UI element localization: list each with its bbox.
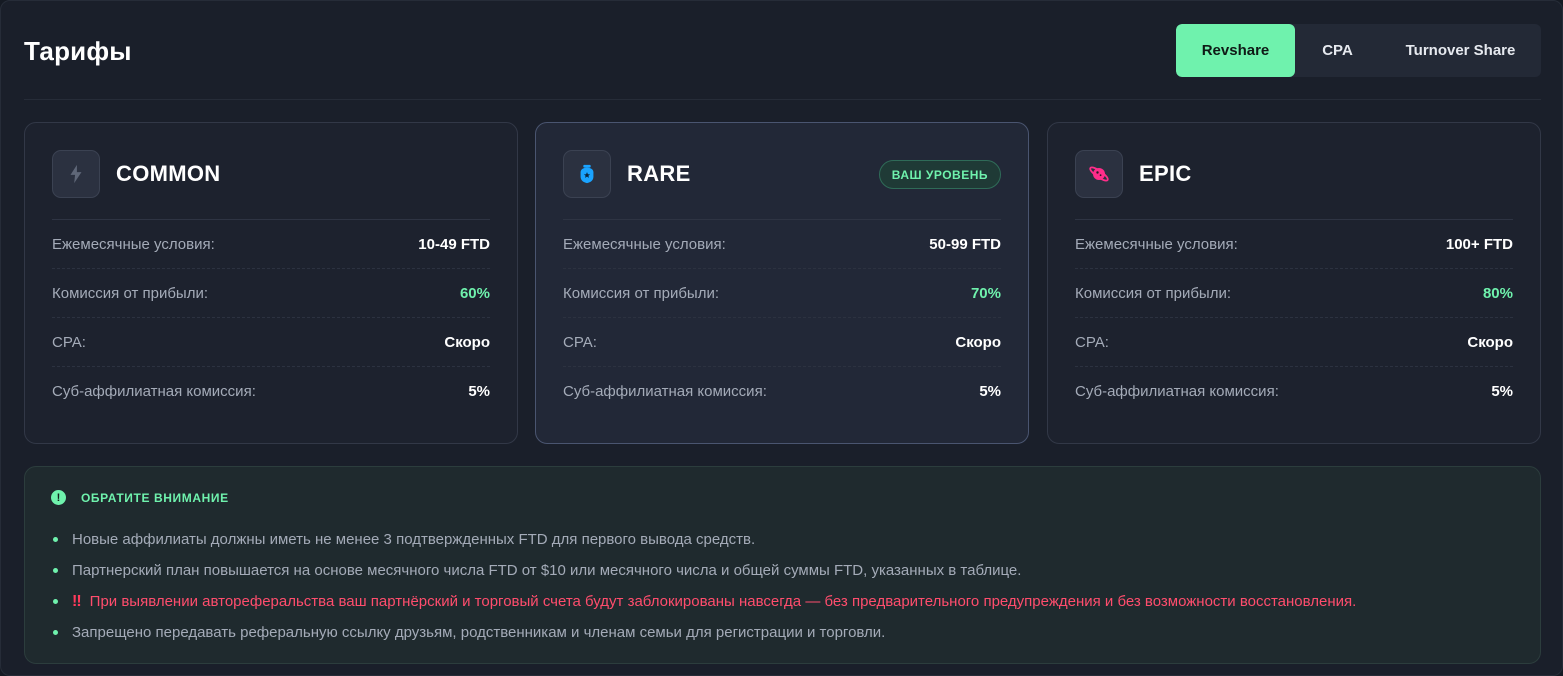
condition-value: 10-49 FTD: [418, 235, 490, 253]
tier-cards: COMMON Ежемесячные условия: 10-49 FTD Ко…: [24, 122, 1541, 444]
tier-conditions: Ежемесячные условия: 10-49 FTD Комиссия …: [52, 220, 490, 416]
condition-label: Комиссия от прибыли:: [52, 284, 209, 302]
condition-value: Скоро: [1467, 333, 1513, 351]
condition-row: CPA: Скоро: [1075, 318, 1513, 367]
condition-label: Суб-аффилиатная комиссия:: [563, 383, 767, 400]
tier-title: COMMON: [116, 161, 221, 186]
notice-text: Новые аффилиаты должны иметь не менее 3 …: [72, 531, 756, 548]
bullet-icon: [53, 537, 58, 542]
condition-value: 80%: [1482, 284, 1513, 302]
condition-label: CPA:: [1075, 333, 1109, 351]
condition-value: Скоро: [444, 333, 490, 351]
tab-turnover-share[interactable]: Turnover Share: [1380, 24, 1541, 77]
condition-label: Комиссия от прибыли:: [563, 284, 720, 302]
condition-label: Суб-аффилиатная комиссия:: [52, 383, 256, 400]
exclamation-icon: !: [51, 490, 66, 505]
notice-text: Партнерский план повышается на основе ме…: [72, 562, 1022, 579]
tier-title: RARE: [627, 161, 691, 186]
tier-card-epic: EPIC Ежемесячные условия: 100+ FTD Комис…: [1047, 122, 1541, 444]
tab-revshare[interactable]: Revshare: [1176, 24, 1295, 77]
attention-notice: ! ОБРАТИТЕ ВНИМАНИЕ Новые аффилиаты долж…: [24, 466, 1541, 664]
condition-value: 5%: [468, 383, 490, 400]
double-exclamation-icon: ‼: [72, 592, 82, 610]
condition-label: CPA:: [52, 333, 86, 351]
condition-row: Ежемесячные условия: 100+ FTD: [1075, 220, 1513, 269]
notice-item: Запрещено передавать реферальную ссылку …: [53, 617, 1513, 648]
condition-row: Комиссия от прибыли: 70%: [563, 269, 1001, 318]
tier-conditions: Ежемесячные условия: 100+ FTD Комиссия о…: [1075, 220, 1513, 416]
tier-title: EPIC: [1139, 161, 1192, 186]
notice-text: Запрещено передавать реферальную ссылку …: [72, 624, 886, 641]
current-level-badge: ВАШ УРОВЕНЬ: [878, 160, 1001, 189]
tier-conditions: Ежемесячные условия: 50-99 FTD Комиссия …: [563, 220, 1001, 416]
lightning-icon: [52, 150, 100, 198]
condition-value: Скоро: [955, 333, 1001, 351]
tariffs-panel: Тарифы Revshare CPA Turnover Share COMMO…: [0, 0, 1563, 676]
page-title: Тарифы: [24, 36, 132, 66]
bullet-icon: [53, 630, 58, 635]
shield-star-icon: [563, 150, 611, 198]
condition-row: Суб-аффилиатная комиссия: 5%: [563, 367, 1001, 416]
plan-tabs: Revshare CPA Turnover Share: [1176, 24, 1541, 77]
condition-value: 60%: [459, 284, 490, 302]
condition-row: CPA: Скоро: [563, 318, 1001, 367]
condition-row: Суб-аффилиатная комиссия: 5%: [1075, 367, 1513, 416]
condition-row: Ежемесячные условия: 10-49 FTD: [52, 220, 490, 269]
condition-row: Комиссия от прибыли: 80%: [1075, 269, 1513, 318]
condition-value: 100+ FTD: [1445, 235, 1513, 253]
condition-row: Комиссия от прибыли: 60%: [52, 269, 490, 318]
condition-label: CPA:: [563, 333, 597, 351]
condition-row: Ежемесячные условия: 50-99 FTD: [563, 220, 1001, 269]
condition-value: 70%: [970, 284, 1001, 302]
planet-icon: [1075, 150, 1123, 198]
notice-item: Партнерский план повышается на основе ме…: [53, 555, 1513, 586]
notice-title: ОБРАТИТЕ ВНИМАНИЕ: [81, 490, 229, 505]
tier-card-rare: RARE ВАШ УРОВЕНЬ Ежемесячные условия: 50…: [535, 122, 1029, 444]
header: Тарифы Revshare CPA Turnover Share: [24, 24, 1541, 77]
notice-item: Новые аффилиаты должны иметь не менее 3 …: [53, 524, 1513, 555]
bullet-icon: [53, 599, 58, 604]
condition-label: Ежемесячные условия:: [52, 235, 215, 253]
tab-cpa[interactable]: CPA: [1295, 24, 1380, 77]
notice-item-warning: ‼ При выявлении автореферальства ваш пар…: [53, 586, 1513, 617]
condition-value: 5%: [1491, 383, 1513, 400]
condition-value: 50-99 FTD: [929, 235, 1001, 253]
notice-list: Новые аффилиаты должны иметь не менее 3 …: [53, 524, 1513, 648]
tier-card-common: COMMON Ежемесячные условия: 10-49 FTD Ко…: [24, 122, 518, 444]
condition-value: 5%: [979, 383, 1001, 400]
condition-label: Ежемесячные условия:: [563, 235, 726, 253]
notice-text: При выявлении автореферальства ваш партн…: [89, 593, 1357, 610]
condition-row: CPA: Скоро: [52, 318, 490, 367]
header-divider: [24, 99, 1541, 100]
condition-row: Суб-аффилиатная комиссия: 5%: [52, 367, 490, 416]
condition-label: Ежемесячные условия:: [1075, 235, 1238, 253]
condition-label: Комиссия от прибыли:: [1075, 284, 1232, 302]
condition-label: Суб-аффилиатная комиссия:: [1075, 383, 1279, 400]
bullet-icon: [53, 568, 58, 573]
notice-header: ! ОБРАТИТЕ ВНИМАНИЕ: [51, 490, 229, 505]
